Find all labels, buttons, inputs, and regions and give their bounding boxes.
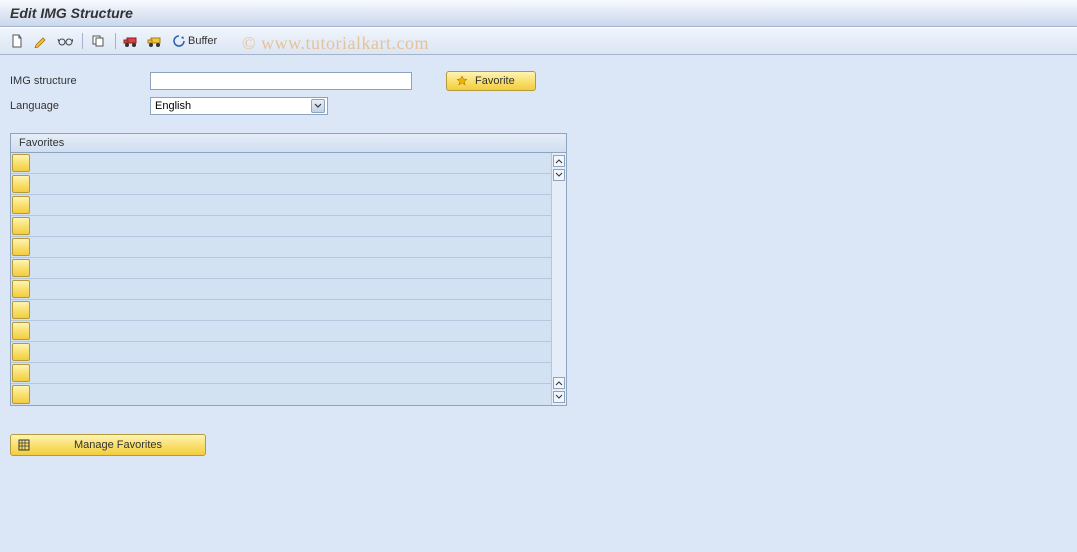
favorites-row-content[interactable] (30, 279, 551, 299)
favorites-row-button[interactable] (12, 364, 30, 382)
favorites-row-button[interactable] (12, 280, 30, 298)
scroll-up-icon[interactable] (553, 155, 565, 167)
favorites-header: Favorites (11, 134, 566, 153)
buffer-refresh-icon[interactable] (168, 31, 190, 51)
edit-pencil-icon[interactable] (30, 31, 52, 51)
manage-favorites-icon (17, 438, 31, 452)
favorites-row-button[interactable] (12, 301, 30, 319)
toolbar-separator (115, 33, 116, 49)
favorites-row-content[interactable] (30, 195, 551, 215)
transport-request-red-icon[interactable] (120, 31, 142, 51)
favorites-row-button[interactable] (12, 385, 30, 404)
favorites-body (11, 153, 566, 405)
favorites-row-content[interactable] (30, 342, 551, 362)
favorites-row (11, 237, 551, 258)
dropdown-caret-icon (311, 99, 325, 113)
favorites-row-content[interactable] (30, 174, 551, 194)
favorites-row (11, 321, 551, 342)
favorites-scrollbar (551, 153, 566, 405)
page-title: Edit IMG Structure (10, 5, 133, 21)
favorites-row-button[interactable] (12, 238, 30, 256)
favorites-row (11, 342, 551, 363)
favorites-row-button[interactable] (12, 322, 30, 340)
favorites-row (11, 258, 551, 279)
title-bar: Edit IMG Structure (0, 0, 1077, 27)
toolbar-separator (82, 33, 83, 49)
favorites-row-content[interactable] (30, 153, 551, 173)
img-structure-row: IMG structure Favorite (10, 71, 1067, 91)
transport-request-yellow-icon[interactable] (144, 31, 166, 51)
language-select-value: English (155, 100, 191, 112)
scroll-down-icon[interactable] (553, 391, 565, 403)
buffer-label[interactable]: Buffer (188, 35, 217, 47)
favorites-list (11, 153, 551, 405)
favorites-row-content[interactable] (30, 258, 551, 278)
favorite-star-icon (455, 74, 469, 88)
language-label: Language (10, 100, 150, 112)
display-glasses-icon[interactable] (54, 31, 76, 51)
copy-icon[interactable] (87, 31, 109, 51)
language-select[interactable]: English (150, 97, 328, 115)
img-structure-input[interactable] (150, 72, 412, 90)
favorites-row (11, 300, 551, 321)
favorites-row (11, 195, 551, 216)
language-row: Language English (10, 97, 1067, 115)
favorites-row (11, 363, 551, 384)
favorites-row-content[interactable] (30, 300, 551, 320)
favorites-row-button[interactable] (12, 259, 30, 277)
favorites-row-button[interactable] (12, 154, 30, 172)
favorite-button-label: Favorite (475, 75, 515, 87)
favorites-row-content[interactable] (30, 363, 551, 383)
favorites-row (11, 216, 551, 237)
favorites-row (11, 153, 551, 174)
favorites-row-content[interactable] (30, 321, 551, 341)
favorites-row-button[interactable] (12, 217, 30, 235)
favorites-row-button[interactable] (12, 175, 30, 193)
favorites-row (11, 384, 551, 405)
manage-favorites-button[interactable]: Manage Favorites (10, 434, 206, 456)
scroll-down-icon[interactable] (553, 169, 565, 181)
toolbar: Buffer (0, 27, 1077, 55)
content-area: IMG structure Favorite Language English … (0, 55, 1077, 552)
favorites-row-content[interactable] (30, 216, 551, 236)
scroll-up-icon[interactable] (553, 377, 565, 389)
favorites-row (11, 279, 551, 300)
favorites-row-button[interactable] (12, 343, 30, 361)
img-structure-label: IMG structure (10, 75, 150, 87)
favorite-button[interactable]: Favorite (446, 71, 536, 91)
favorites-row (11, 174, 551, 195)
new-document-icon[interactable] (6, 31, 28, 51)
favorites-row-button[interactable] (12, 196, 30, 214)
manage-favorites-label: Manage Favorites (37, 439, 199, 451)
favorites-row-content[interactable] (30, 237, 551, 257)
favorites-row-content[interactable] (30, 384, 551, 405)
favorites-panel: Favorites (10, 133, 567, 406)
